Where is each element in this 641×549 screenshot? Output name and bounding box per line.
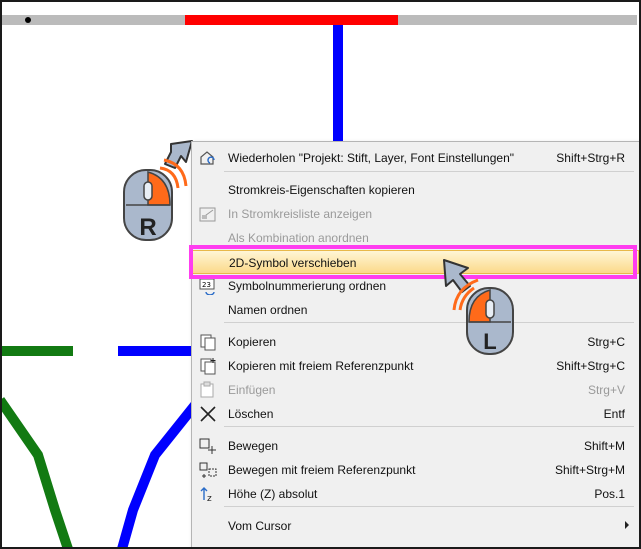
green-wire-diagonal [0,397,73,549]
height-icon: z [198,485,218,504]
menu-item-shortcut: Shift+M [583,439,625,453]
menu-item-14[interactable]: Vom Cursor [192,514,639,538]
menu-item-shortcut: Strg+V [587,383,625,397]
numbering-icon: 23 [198,277,218,296]
menu-item-8[interactable]: Kopieren mit freiem Referenzpunkt Shift+S… [192,354,639,378]
menu-item-label: Als Kombination anordnen [228,231,369,245]
chevron-right-icon [625,521,629,529]
menu-item-label: Kopieren [228,335,277,349]
menu-item-2: In Stromkreisliste anzeigen [192,202,639,226]
menu-item-label: Einfügen [228,383,276,397]
menu-separator [224,171,634,172]
menu-item-shortcut: Shift+Strg+M [554,463,625,477]
menu-item-5[interactable]: 23 Symbolnummerierung ordnen [192,274,639,298]
copy-ref-icon [198,357,218,375]
list-icon [198,205,218,223]
menu-item-shortcut: Shift+Strg+R [556,151,625,165]
menu-item-label: Namen ordnen [228,303,308,317]
menu-item-label: Wiederholen "Projekt: Stift, Layer, Font… [228,151,515,165]
menu-item-6[interactable]: Namen ordnen [192,298,639,322]
menu-item-shortcut: Entf [603,407,625,421]
menu-item-label: Löschen [228,407,274,421]
bus-start-dot [25,17,31,23]
menu-item-label: Höhe (Z) absolut [228,487,318,501]
menu-separator [224,322,634,323]
menu-item-10[interactable]: Löschen Entf [192,402,639,426]
menu-item-label: Symbolnummerierung ordnen [228,279,387,293]
right-mouse-icon [123,140,193,241]
menu-item-shortcut: Shift+Strg+C [556,359,625,373]
left-mouse-label: L [483,329,496,354]
menu-item-3: Als Kombination anordnen [192,226,639,250]
repeat-icon [198,149,218,167]
menu-item-label: Bewegen mit freiem Referenzpunkt [228,463,416,477]
menu-item-12[interactable]: Bewegen mit freiem Referenzpunkt Shift+St… [192,458,639,482]
menu-item-label: In Stromkreisliste anzeigen [228,207,373,221]
copy-icon [198,333,218,351]
menu-item-label: Stromkreis-Eigenschaften kopieren [228,183,415,197]
context-menu: Wiederholen "Projekt: Stift, Layer, Font… [191,141,639,548]
move-icon [198,437,218,455]
move-ref-icon [198,461,218,479]
menu-item-shortcut: Pos.1 [594,487,625,501]
menu-item-label: 2D-Symbol verschieben [229,256,357,270]
menu-item-0[interactable]: Wiederholen "Projekt: Stift, Layer, Font… [192,146,639,170]
blue-wire-diagonal [117,401,199,549]
menu-item-13[interactable]: z Höhe (Z) absolut Pos.1 [192,482,639,506]
menu-separator [224,426,634,427]
delete-icon [198,405,218,423]
svg-text:z: z [207,494,212,503]
menu-item-11[interactable]: Bewegen Shift+M [192,434,639,458]
menu-item-1[interactable]: Stromkreis-Eigenschaften kopieren [192,178,639,202]
menu-item-shortcut: Strg+C [587,335,625,349]
menu-item-label: Vom Cursor [228,519,292,533]
menu-item-label: Kopieren mit freiem Referenzpunkt [228,359,414,373]
menu-item-9: Einfügen Strg+V [192,378,639,402]
menu-separator [224,506,634,507]
svg-text:23: 23 [202,281,211,289]
menu-item-7[interactable]: Kopieren Strg+C [192,330,639,354]
menu-item-4[interactable]: 2D-Symbol verschieben [192,250,639,274]
left-mouse-icon: L [443,259,514,355]
right-mouse-label: R [139,214,156,241]
menu-item-label: Bewegen [228,439,279,453]
paste-icon [198,381,218,399]
